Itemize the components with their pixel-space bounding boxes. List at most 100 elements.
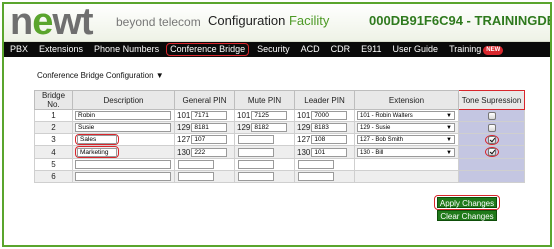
tone-checkbox[interactable] — [487, 123, 496, 132]
description-field[interactable]: Sales — [77, 135, 117, 145]
mute-pin-cell — [234, 132, 295, 147]
select-arrow-icon: ▼ — [446, 125, 452, 132]
nav-phone-numbers[interactable]: Phone Numbers — [94, 42, 159, 57]
description-field[interactable] — [75, 159, 171, 169]
main-nav: PBX Extensions Phone Numbers Conference … — [4, 42, 550, 57]
mute-pin-prefix: 101 — [237, 111, 251, 121]
tone-highlight — [484, 147, 499, 158]
nav-extensions[interactable]: Extensions — [39, 42, 83, 57]
general-pin-field[interactable]: 222 — [191, 147, 228, 157]
nav-acd[interactable]: ACD — [301, 42, 320, 57]
col-general-pin: General PIN — [174, 90, 235, 110]
extension-cell: 101 - Robin Walters ▼ — [354, 109, 459, 122]
leader-pin-prefix: 129 — [297, 123, 311, 133]
bridge-number: 3 — [34, 132, 73, 147]
table-row: 2 Susie 129 8181 129 8182 129 8183 129 - Susie ▼ — [34, 121, 525, 134]
bridge-number: 1 — [34, 109, 73, 122]
extension-select[interactable]: 129 - Susie ▼ — [357, 123, 455, 133]
nav-cdr[interactable]: CDR — [331, 42, 351, 57]
table-row: 3 Sales 127 107 127 108 127 - Bob Smith ▼ — [34, 132, 525, 147]
mute-pin-field[interactable] — [238, 147, 274, 157]
general-pin-field[interactable] — [178, 171, 214, 181]
bridge-number: 5 — [34, 157, 73, 171]
app-frame: newt beyond telecom Configuration Facili… — [2, 2, 552, 247]
col-description: Description — [72, 90, 175, 110]
general-pin-field[interactable]: 8181 — [191, 123, 228, 133]
description-field[interactable]: Robin — [75, 111, 171, 121]
col-bridge-no: Bridge No. — [34, 90, 73, 110]
leader-pin-field[interactable] — [298, 159, 334, 169]
general-pin-cell — [174, 157, 235, 171]
extension-cell: 127 - Bob Smith ▼ — [354, 132, 459, 147]
description-cell: Sales — [72, 132, 175, 147]
general-pin-cell: 130 222 — [174, 145, 235, 159]
tone-checkbox[interactable] — [487, 135, 496, 144]
description-highlight: Marketing — [75, 146, 119, 158]
nav-conference-bridge[interactable]: Conference Bridge — [166, 43, 250, 56]
bridge-number: 4 — [34, 145, 73, 159]
app-header: newt beyond telecom Configuration Facili… — [4, 4, 550, 42]
leader-pin-field[interactable]: 8183 — [311, 123, 348, 133]
apply-changes-button[interactable]: Apply Changes — [437, 197, 497, 208]
description-field[interactable] — [75, 171, 171, 181]
description-field[interactable]: Susie — [75, 123, 171, 133]
leader-pin-prefix: 101 — [297, 111, 311, 121]
general-pin-field[interactable]: 7171 — [191, 111, 228, 121]
extension-select[interactable]: 127 - Bob Smith ▼ — [357, 135, 455, 145]
mute-pin-cell: 129 8182 — [234, 121, 295, 134]
general-pin-field[interactable]: 107 — [191, 135, 228, 145]
new-badge: NEW — [483, 46, 504, 55]
nav-security[interactable]: Security — [257, 42, 290, 57]
nav-training-label[interactable]: Training — [449, 44, 481, 54]
description-cell: Robin — [72, 109, 175, 122]
table-row: 6 — [34, 169, 525, 183]
leader-pin-cell: 127 108 — [294, 132, 355, 147]
nav-user-guide[interactable]: User Guide — [393, 42, 439, 57]
description-cell — [72, 169, 175, 183]
extension-select[interactable]: 130 - Bill ▼ — [357, 147, 455, 157]
bridge-number: 2 — [34, 121, 73, 134]
extension-select[interactable]: 101 - Robin Walters ▼ — [357, 111, 455, 121]
general-pin-cell: 101 7171 — [174, 109, 235, 122]
tone-checkbox[interactable] — [487, 148, 496, 157]
description-field[interactable]: Marketing — [77, 147, 117, 157]
leader-pin-field[interactable]: 108 — [311, 135, 348, 145]
col-mute-pin: Mute PIN — [234, 90, 295, 110]
mute-pin-field[interactable]: 7125 — [251, 111, 288, 121]
select-arrow-icon: ▼ — [446, 149, 452, 156]
description-cell — [72, 157, 175, 171]
select-arrow-icon: ▼ — [446, 113, 452, 120]
tone-cell — [458, 132, 525, 147]
leader-pin-field[interactable] — [298, 171, 334, 181]
general-pin-field[interactable] — [178, 159, 214, 169]
col-leader-pin: Leader PIN — [294, 90, 355, 110]
leader-pin-cell: 130 101 — [294, 145, 355, 159]
nav-training[interactable]: Training NEW — [449, 42, 504, 57]
nav-pbx[interactable]: PBX — [10, 42, 28, 57]
app-title: Configuration Facility — [208, 13, 330, 28]
leader-pin-field[interactable]: 7000 — [311, 111, 348, 121]
section-label: Conference Bridge Configuration — [37, 71, 154, 80]
col-extension: Extension — [354, 90, 459, 110]
extension-value: 130 - Bill — [360, 149, 384, 156]
section-dropdown[interactable]: Conference Bridge Configuration ▼ — [37, 71, 164, 80]
nav-e911[interactable]: E911 — [361, 42, 381, 57]
tone-checkbox[interactable] — [487, 111, 496, 120]
clear-changes-button[interactable]: Clear Changes — [437, 210, 497, 221]
extension-cell: 130 - Bill ▼ — [354, 145, 459, 159]
newt-logo: newt — [10, 2, 94, 43]
description-cell: Marketing — [72, 145, 175, 159]
mute-pin-cell — [234, 169, 295, 183]
mute-pin-field[interactable] — [238, 159, 274, 169]
leader-pin-field[interactable]: 101 — [311, 147, 348, 157]
mute-pin-field[interactable] — [238, 171, 274, 181]
extension-value: 129 - Susie — [360, 125, 391, 132]
general-pin-prefix: 101 — [177, 111, 191, 121]
mute-pin-cell — [234, 145, 295, 159]
general-pin-prefix: 129 — [177, 123, 191, 133]
mute-pin-field[interactable]: 8182 — [251, 123, 288, 133]
general-pin-cell — [174, 169, 235, 183]
mute-pin-field[interactable] — [238, 135, 274, 145]
tone-cell — [458, 157, 525, 171]
leader-pin-cell: 101 7000 — [294, 109, 355, 122]
